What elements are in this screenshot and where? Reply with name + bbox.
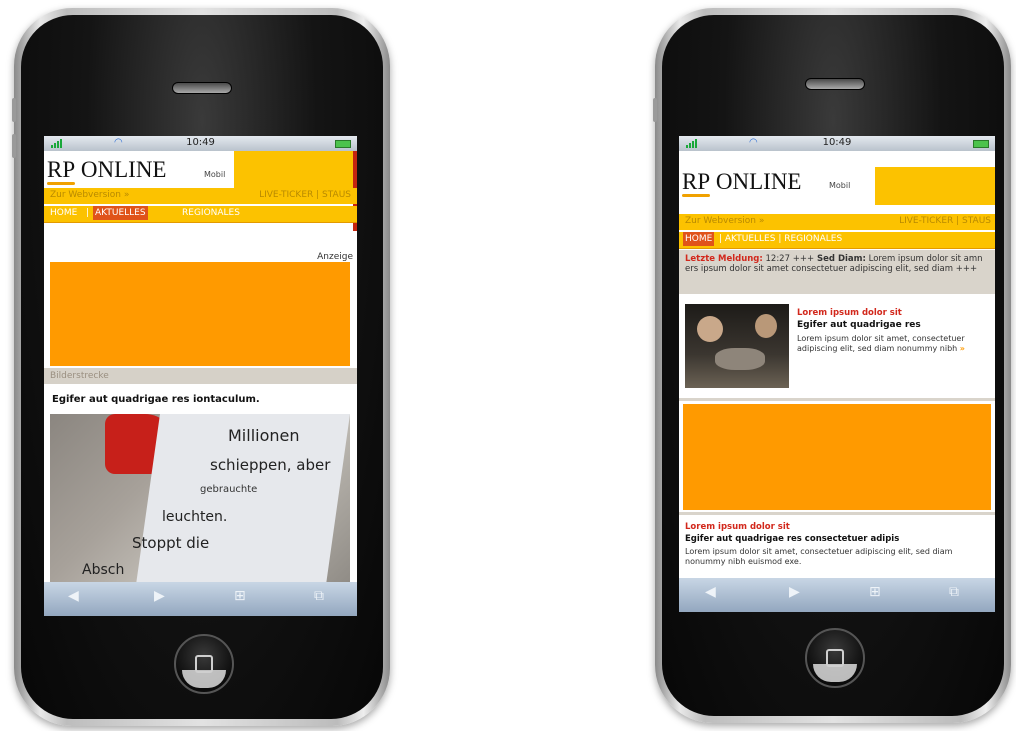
- site-header: RP ONLINE Mobil: [679, 151, 995, 211]
- status-time: 10:49: [822, 137, 852, 148]
- home-button[interactable]: [174, 634, 234, 694]
- header-banner: [875, 167, 995, 205]
- mobil-label: Mobil: [204, 170, 226, 179]
- logo-swoosh: [682, 194, 710, 197]
- story1-kicker[interactable]: Lorem ipsum dolor sit: [797, 308, 902, 318]
- back-button[interactable]: ◀: [705, 584, 716, 600]
- home-square-icon: [195, 655, 213, 673]
- section-title[interactable]: Bilderstrecke: [50, 371, 109, 381]
- story2-text: Lorem ipsum dolor sit amet, consectetuer…: [685, 547, 953, 566]
- header-banner: [234, 151, 357, 188]
- story-photo[interactable]: [685, 304, 789, 388]
- web-version-link[interactable]: Zur Webversion »: [50, 190, 129, 200]
- photo-text: Stoppt die: [132, 534, 210, 552]
- photo-text: schieppen, aber: [210, 456, 331, 474]
- story2-kicker[interactable]: Lorem ipsum dolor sit: [685, 522, 790, 532]
- story1-title[interactable]: Egifer aut quadrigae res: [797, 320, 921, 330]
- home-square-icon: [826, 649, 844, 667]
- battery-icon: [335, 140, 351, 148]
- screen: ◠ 10:49 RP ONLINE Mobil Zur Webversion »…: [44, 136, 357, 616]
- ticker-time: 12:27 +++: [762, 254, 815, 264]
- bookmarks-button[interactable]: ⊞: [234, 588, 246, 604]
- volume-button: [12, 134, 16, 158]
- ad-banner[interactable]: [683, 404, 991, 510]
- photo-person: [755, 314, 777, 338]
- article-photo[interactable]: Millionen schieppen, aber gebrauchte leu…: [50, 414, 350, 586]
- story2-title[interactable]: Egifer aut quadrigae res consectetuer ad…: [685, 534, 899, 544]
- status-bar: ◠ 10:49: [679, 136, 995, 151]
- more-link[interactable]: »: [960, 344, 965, 353]
- photo-text: Absch: [82, 562, 125, 578]
- ticker-label: Letzte Meldung:: [685, 254, 763, 264]
- bookmarks-button[interactable]: ⊞: [869, 584, 881, 600]
- forward-button[interactable]: ▶: [154, 588, 165, 604]
- ad-banner[interactable]: [50, 262, 350, 366]
- rp-online-logo[interactable]: RP ONLINE: [682, 169, 801, 197]
- photo-text: gebrauchte: [200, 484, 258, 495]
- speaker-grille: [172, 82, 232, 94]
- photo-text: leuchten.: [162, 509, 228, 525]
- ad-label: Anzeige: [317, 252, 353, 262]
- nav-home[interactable]: HOME: [50, 208, 77, 218]
- photo-person: [697, 316, 723, 342]
- logo-swoosh: [47, 182, 75, 185]
- photo-text: Millionen: [228, 426, 300, 445]
- live-ticker-link[interactable]: LIVE-TICKER | STAUS: [259, 190, 351, 200]
- battery-icon: [973, 140, 989, 148]
- back-button[interactable]: ◀: [68, 588, 79, 604]
- divider: [679, 398, 995, 401]
- utility-bar: Zur Webversion » LIVE-TICKER | STAUS: [44, 188, 357, 204]
- main-nav: HOME | AKTUELLES REGIONALES: [44, 206, 357, 223]
- phone-right: ◠ 10:49 RP ONLINE Mobil Zur Webversion »…: [653, 8, 1011, 723]
- volume-button: [653, 98, 657, 122]
- photo-object: [715, 348, 765, 370]
- ticker-bold: Sed Diam:: [814, 254, 866, 264]
- pages-button[interactable]: ⧉: [949, 584, 959, 600]
- story1-text: Lorem ipsum dolor sit amet, consectetuer…: [797, 334, 965, 353]
- article-headline[interactable]: Egifer aut quadrigae res iontaculum.: [52, 394, 260, 405]
- screen: ◠ 10:49 RP ONLINE Mobil Zur Webversion »…: [679, 136, 995, 612]
- nav-home[interactable]: HOME: [683, 232, 715, 246]
- volume-button: [12, 98, 16, 122]
- home-button[interactable]: [805, 628, 865, 688]
- section-header: Bilderstrecke: [44, 368, 357, 384]
- ticker[interactable]: Letzte Meldung: 12:27 +++ Sed Diam: Lore…: [679, 250, 995, 294]
- phone-left: ◠ 10:49 RP ONLINE Mobil Zur Webversion »…: [12, 8, 390, 726]
- main-nav: HOME | AKTUELLES | REGIONALES: [679, 232, 995, 249]
- pages-button[interactable]: ⧉: [314, 588, 324, 604]
- nav-links[interactable]: | AKTUELLES | REGIONALES: [719, 234, 842, 244]
- web-version-link[interactable]: Zur Webversion »: [685, 216, 764, 226]
- browser-toolbar: ◀ ▶ ⊞ ⧉: [44, 582, 357, 616]
- rp-online-logo[interactable]: RP ONLINE: [47, 157, 166, 185]
- status-bar: ◠ 10:49: [44, 136, 357, 151]
- forward-button[interactable]: ▶: [789, 584, 800, 600]
- divider: [679, 512, 995, 515]
- status-time: 10:49: [186, 137, 215, 148]
- nav-regionales[interactable]: REGIONALES: [182, 208, 240, 218]
- nav-aktuelles[interactable]: AKTUELLES: [93, 206, 148, 220]
- live-ticker-link[interactable]: LIVE-TICKER | STAUS: [899, 216, 991, 226]
- browser-toolbar: ◀ ▶ ⊞ ⧉: [679, 578, 995, 612]
- utility-bar: Zur Webversion » LIVE-TICKER | STAUS: [679, 214, 995, 230]
- speaker-grille: [805, 78, 865, 90]
- mobil-label: Mobil: [829, 181, 851, 190]
